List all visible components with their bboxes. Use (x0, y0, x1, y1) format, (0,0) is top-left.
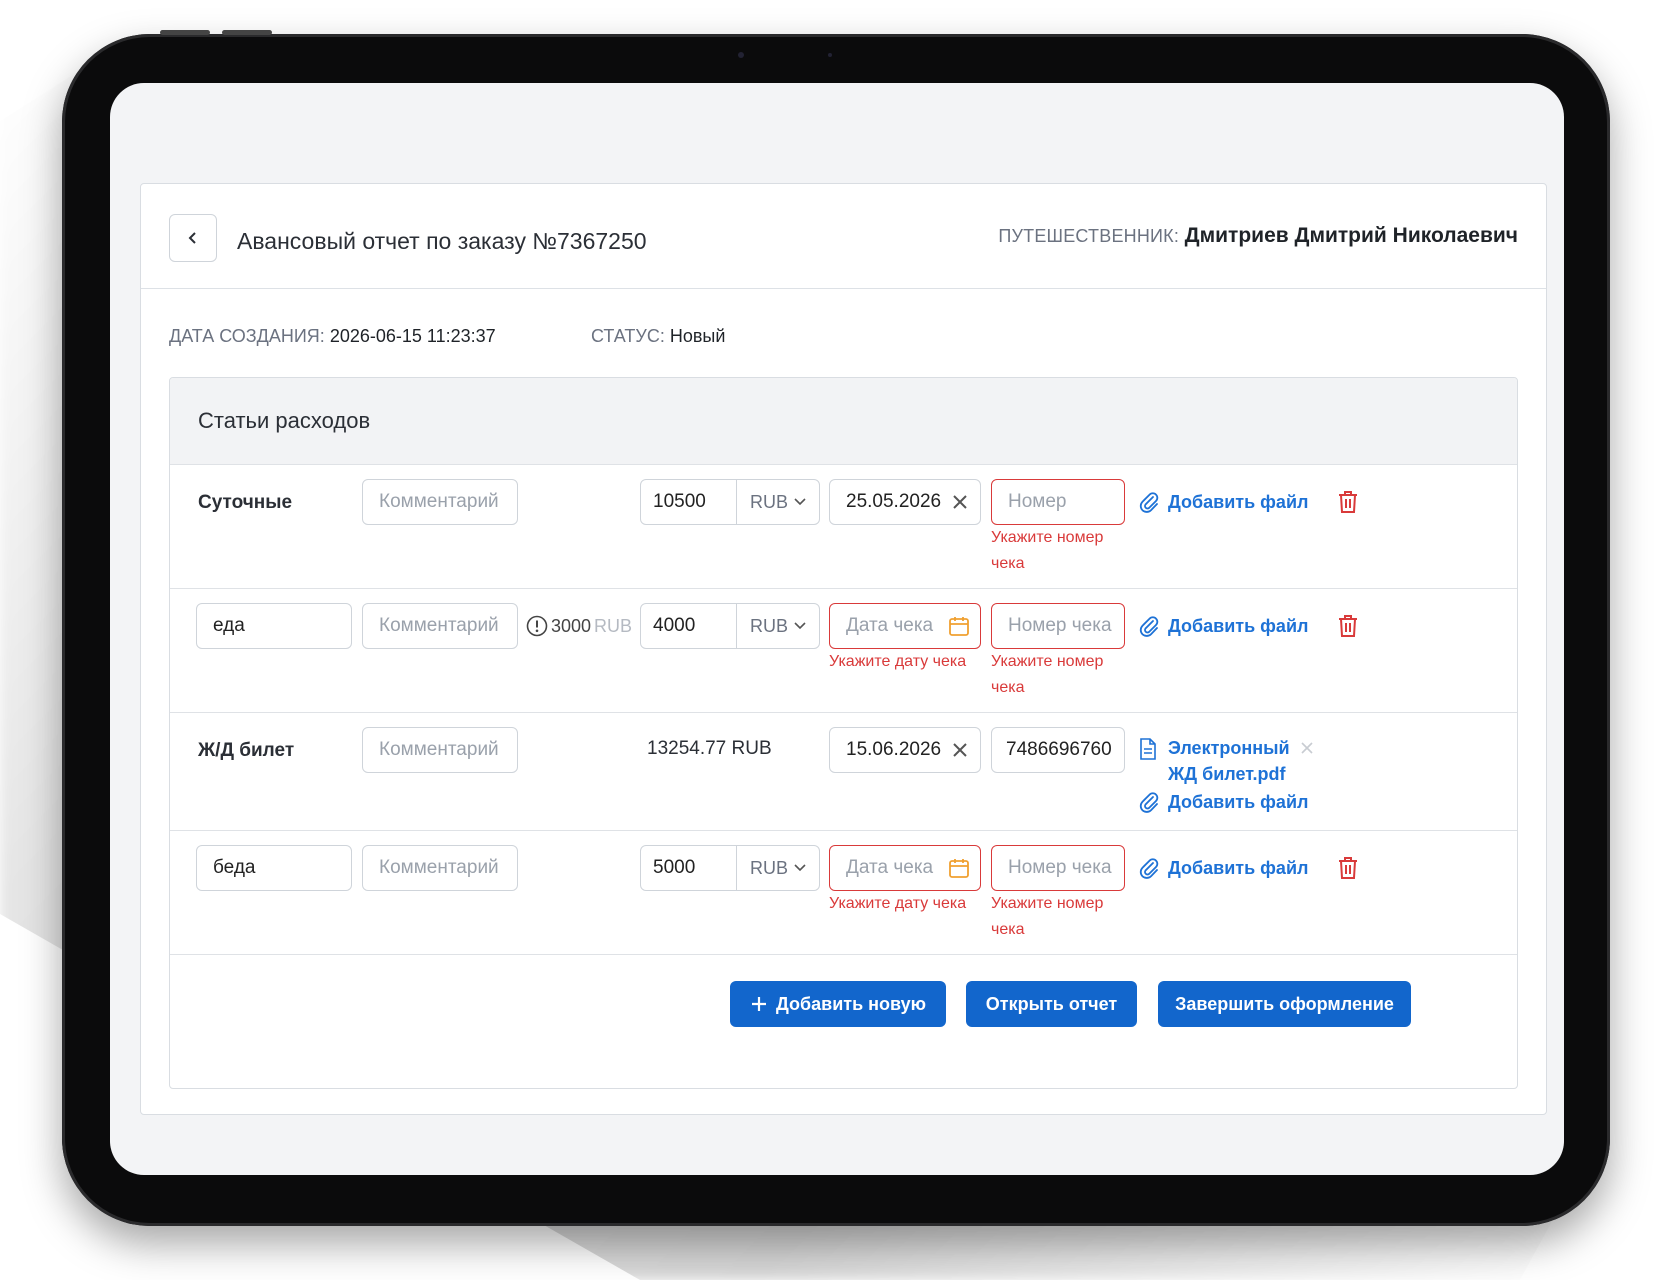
fixed-amount: 13254.77 RUB (647, 738, 772, 759)
comment-input[interactable]: Комментарий (362, 479, 518, 525)
add-file-label: Добавить файл (1168, 491, 1309, 512)
receipt-date-input[interactable]: 15.06.2026 (829, 727, 981, 773)
status: СТАТУС: Новый (591, 326, 725, 347)
expenses-header: Статьи расходов (170, 378, 1517, 465)
status-value: Новый (669, 326, 726, 346)
currency-value: RUB (749, 615, 788, 636)
page-title: Авансовый отчет по заказу №7367250 (237, 228, 647, 254)
add-file-link[interactable]: Добавить файл (1138, 615, 1308, 637)
receipt-date-input[interactable]: Дата чека (829, 603, 981, 649)
traveler-label: ПУТЕШЕСТВЕННИК: (998, 226, 1180, 246)
add-file-link[interactable]: Добавить файл (1138, 491, 1308, 513)
amount-input[interactable]: 10500 (641, 480, 737, 524)
report-header: Авансовый отчет по заказу №7367250 ПУТЕШ… (141, 184, 1546, 289)
amount-field: 4000 RUB (640, 603, 820, 649)
created-label: ДАТА СОЗДАНИЯ: (169, 326, 325, 346)
receipt-date-input[interactable]: 25.05.2026 (829, 479, 981, 525)
created-value: 2026-06-15 11:23:37 (329, 326, 496, 346)
clear-icon[interactable] (952, 494, 968, 510)
actions-bar: Добавить новую Открыть отчет Завершить о… (170, 955, 1517, 1051)
calendar-icon[interactable] (948, 615, 970, 637)
add-file-label: Добавить файл (1168, 857, 1309, 878)
add-new-button[interactable]: Добавить новую (730, 981, 946, 1027)
amount-field: 5000 RUB (640, 845, 820, 891)
receipt-number-input[interactable]: Номер чека (991, 603, 1125, 649)
expense-name-input[interactable]: беда (196, 845, 352, 891)
add-file-link[interactable]: Добавить файл (1138, 791, 1308, 813)
paperclip-icon (1139, 492, 1159, 513)
receipt-number-input[interactable]: Номер (991, 479, 1125, 525)
comment-input[interactable]: Комментарий (362, 727, 518, 773)
add-file-link[interactable]: Добавить файл (1138, 857, 1308, 879)
traveler-info: ПУТЕШЕСТВЕННИК: Дмитриев Дмитрий Николае… (998, 224, 1518, 248)
expense-name: Ж/Д билет (198, 740, 295, 761)
created-date: ДАТА СОЗДАНИЯ: 2026-06-15 11:23:37 (169, 326, 496, 347)
report-panel: Авансовый отчет по заказу №7367250 ПУТЕШ… (140, 183, 1547, 1115)
currency-select[interactable]: RUB (737, 480, 819, 524)
plus-icon (751, 997, 766, 1011)
amount-field: 10500 RUB (640, 479, 820, 525)
device-button (222, 30, 272, 35)
app-screen: Авансовый отчет по заказу №7367250 ПУТЕШ… (110, 83, 1564, 1175)
limit-value: 3000 (551, 615, 592, 636)
chevron-down-icon (794, 864, 806, 872)
trash-icon[interactable] (1336, 489, 1360, 515)
receipt-date-error: Укажите дату чека (829, 653, 967, 670)
receipt-number-error: Укажите номер чека (991, 653, 1104, 696)
paperclip-icon (1139, 792, 1159, 813)
receipt-date-error: Укажите дату чека (829, 895, 967, 912)
sensor-icon (828, 53, 832, 57)
expense-row-food: еда Комментарий 3000 RUB 4000 RUB Дата ч… (170, 589, 1517, 713)
expense-row-train-ticket: Ж/Д билет Комментарий 13254.77 RUB 15.06… (170, 713, 1517, 831)
warning-icon (526, 615, 548, 637)
comment-input[interactable]: Комментарий (362, 603, 518, 649)
amount-input[interactable]: 4000 (641, 604, 737, 648)
chevron-down-icon (794, 498, 806, 506)
finish-button[interactable]: Завершить оформление (1158, 981, 1411, 1027)
paperclip-icon (1139, 616, 1159, 637)
clear-icon[interactable] (952, 742, 968, 758)
limit-currency: RUB (594, 615, 633, 636)
back-button[interactable] (169, 214, 217, 262)
add-new-label: Добавить новую (775, 993, 927, 1014)
status-label: СТАТУС: (591, 326, 665, 346)
remove-file-icon[interactable] (1300, 741, 1314, 755)
chevron-left-icon (188, 232, 196, 244)
receipt-date-placeholder: Дата чека (846, 857, 934, 878)
open-report-button[interactable]: Открыть отчет (966, 981, 1137, 1027)
document-icon (1140, 738, 1156, 760)
currency-value: RUB (749, 857, 788, 878)
limit-indicator: 3000 RUB (526, 615, 632, 637)
expenses-title: Статьи расходов (198, 408, 371, 433)
receipt-date-input[interactable]: Дата чека (829, 845, 981, 891)
receipt-number-error: Укажите номер чека (991, 529, 1104, 572)
receipt-number-input[interactable]: 7486696760 (991, 727, 1125, 773)
expense-name-input[interactable]: еда (196, 603, 352, 649)
add-file-label: Добавить файл (1168, 615, 1309, 636)
expense-row-custom: беда Комментарий 5000 RUB Дата чека Укаж… (170, 831, 1517, 955)
trash-icon[interactable] (1336, 613, 1360, 639)
traveler-name: Дмитриев Дмитрий Николаевич (1184, 224, 1518, 247)
expense-row-daily: Суточные Комментарий 10500 RUB 25.05.202… (170, 465, 1517, 589)
chevron-down-icon (794, 622, 806, 630)
camera-icon (738, 52, 744, 58)
calendar-icon[interactable] (948, 857, 970, 879)
receipt-number-error: Укажите номер чека (991, 895, 1104, 938)
currency-select[interactable]: RUB (737, 604, 819, 648)
currency-select[interactable]: RUB (737, 846, 819, 890)
receipt-date-value: 15.06.2026 (846, 739, 942, 760)
expense-name: Суточные (198, 492, 293, 513)
comment-input[interactable]: Комментарий (362, 845, 518, 891)
trash-icon[interactable] (1336, 855, 1360, 881)
amount-input[interactable]: 5000 (641, 846, 737, 890)
file-name-link[interactable]: Электронный ЖД билет.pdf (1168, 735, 1298, 787)
paperclip-icon (1139, 858, 1159, 879)
currency-value: RUB (749, 491, 788, 512)
add-file-label: Добавить файл (1168, 791, 1309, 812)
device-button (160, 30, 210, 35)
receipt-date-value: 25.05.2026 (846, 491, 942, 512)
receipt-date-placeholder: Дата чека (846, 615, 934, 636)
expenses-card: Статьи расходов Суточные Комментарий 105… (169, 377, 1518, 1089)
receipt-number-input[interactable]: Номер чека (991, 845, 1125, 891)
